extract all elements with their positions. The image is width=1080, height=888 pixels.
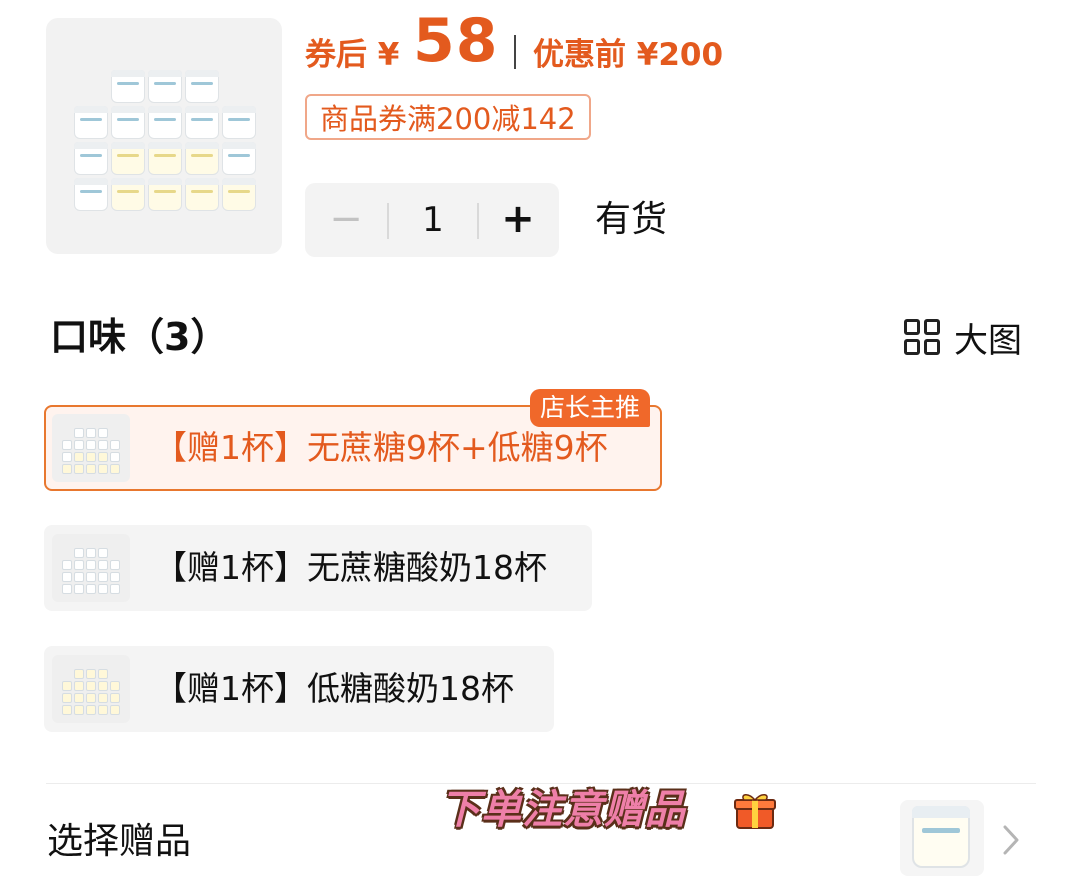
- product-cups-illustration: [70, 70, 260, 214]
- select-gift-label[interactable]: 选择赠品: [47, 814, 191, 870]
- big-view-label: 大图: [954, 320, 1022, 361]
- decrease-button[interactable]: −: [305, 183, 387, 257]
- big-view-toggle[interactable]: 大图: [904, 315, 1022, 361]
- quantity-value[interactable]: 1: [387, 183, 479, 257]
- option-label: 【赠1杯】无蔗糖酸奶18杯: [154, 548, 547, 587]
- option-thumbnail: [52, 534, 130, 602]
- option-thumbnail: [52, 655, 130, 723]
- grid-icon: [904, 319, 940, 355]
- price-prefix: 券后 ¥: [305, 37, 400, 73]
- chevron-right-icon[interactable]: [996, 822, 1026, 858]
- original-price: 优惠前 ¥200: [533, 37, 724, 73]
- option-label: 【赠1杯】低糖酸奶18杯: [154, 669, 514, 708]
- gift-thumbnail[interactable]: [900, 800, 984, 876]
- product-image[interactable]: [46, 18, 282, 254]
- gift-reminder-banner: 下单注意赠品: [440, 787, 686, 833]
- option-thumbnail: [52, 414, 130, 482]
- flavor-option-sugar-free[interactable]: 【赠1杯】无蔗糖酸奶18杯: [44, 525, 592, 611]
- flavor-section-title: 口味（3）: [50, 315, 229, 359]
- store-recommend-badge: 店长主推: [530, 389, 651, 427]
- increase-button[interactable]: +: [477, 183, 559, 257]
- flavor-option-low-sugar[interactable]: 【赠1杯】低糖酸奶18杯: [44, 646, 554, 732]
- price-after-coupon: 58: [413, 6, 499, 76]
- gift-box-icon: [734, 794, 776, 829]
- quantity-stepper: − 1 +: [305, 183, 559, 257]
- stock-status: 有货: [595, 199, 668, 240]
- coupon-badge[interactable]: 商品券满200减142: [305, 94, 591, 140]
- price-separator: [514, 35, 516, 69]
